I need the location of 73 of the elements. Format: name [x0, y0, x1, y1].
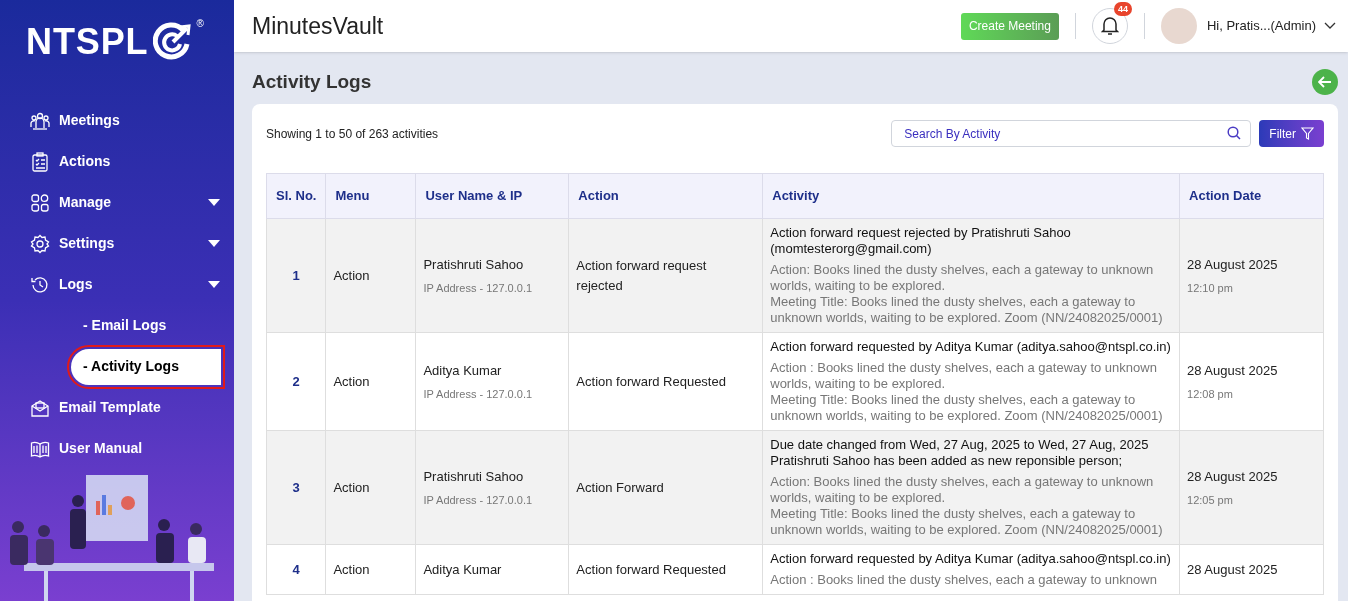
nav-item[interactable]: Meetings	[0, 100, 234, 141]
action-time: 12:10 pm	[1187, 281, 1234, 296]
ip-address: IP Address - 127.0.0.1	[423, 493, 534, 508]
filter-button[interactable]: Filter	[1259, 120, 1324, 147]
app-title: MinutesVault	[252, 11, 384, 41]
menu-cell: Action	[333, 561, 370, 577]
column-header: Menu	[325, 173, 416, 219]
activity-detail: Action : Books lined the dusty shelves, each a gateway to unknown	[770, 572, 1158, 588]
activity-detail: Meeting Title: Books lined the dusty shelves, each a gateway to unknown worlds, waiting to be explored. Zoom (NN/24082025/0001)	[770, 506, 1164, 538]
activity-detail: Meeting Title: Books lined the dusty shelves, each a gateway to unknown worlds, waiting to be explored. Zoom (NN/24082025/0001)	[770, 294, 1164, 326]
row-number: 1	[292, 267, 300, 283]
logo-target-icon	[152, 22, 193, 62]
action-time: 12:08 pm	[1187, 387, 1234, 402]
user-name: Pratishruti Sahoo	[423, 255, 525, 274]
history-icon	[30, 274, 50, 295]
action-cell-text: Action forward Requested	[576, 560, 727, 579]
column-header: Action	[568, 173, 763, 219]
action-date: 28 August 2025	[1187, 467, 1279, 486]
nav-item[interactable]: Logs	[0, 264, 234, 305]
filter-icon	[1301, 127, 1314, 140]
menu-cell: Action	[333, 479, 370, 495]
user-name: Aditya Kumar	[423, 361, 503, 380]
menu-cell: Action	[333, 267, 370, 283]
user-name: Pratishruti Sahoo	[423, 467, 525, 486]
activity-headline: Action forward requested by Aditya Kumar (aditya.sahoo@ntspl.co.in)	[770, 551, 1172, 567]
action-cell-text: Action forward Requested	[576, 372, 727, 391]
column-header: Activity	[762, 173, 1180, 219]
row-number: 3	[292, 479, 300, 495]
clipboard-icon	[30, 151, 50, 172]
nav-item[interactable]: Manage	[0, 182, 234, 223]
activity-headline: Due date changed from Wed, 27 Aug, 2025 to Wed, 27 Aug, 2025	[770, 437, 1150, 453]
user-menu-label[interactable]: Hi, Pratis...(Admin)	[1206, 16, 1316, 36]
column-header: User Name & IP	[415, 173, 569, 219]
activity-detail: Action : Books lined the dusty shelves, each a gateway to unknown worlds, waiting to be explored.	[770, 360, 1158, 392]
back-button[interactable]	[1312, 69, 1338, 95]
menu-cell: Action	[333, 373, 370, 389]
action-cell-text: Action forward request rejected	[576, 256, 708, 295]
nav-item[interactable]: Settings	[0, 223, 234, 264]
ip-address: IP Address - 127.0.0.1	[423, 281, 534, 296]
activity-detail: Action: Books lined the dusty shelves, each a gateway to unknown worlds, waiting to be explored.	[770, 262, 1155, 294]
action-cell-text: Action Forward	[576, 478, 665, 497]
column-header: Sl. No.	[266, 173, 326, 219]
results-summary: Showing 1 to 50 of 263 activities	[266, 125, 439, 143]
action-date: 28 August 2025	[1187, 361, 1279, 380]
chevron-down-icon[interactable]	[1324, 22, 1336, 30]
action-time: 12:05 pm	[1187, 493, 1234, 508]
activity-headline: Action forward requested by Aditya Kumar (aditya.sahoo@ntspl.co.in)	[770, 339, 1172, 355]
user-name: Aditya Kumar	[423, 560, 503, 579]
row-number: 4	[292, 561, 300, 577]
settings-icon	[30, 233, 50, 254]
action-date: 28 August 2025	[1187, 560, 1279, 579]
row-number: 2	[292, 373, 300, 389]
notification-badge: 44	[1113, 2, 1132, 16]
nav-item[interactable]: Email Template	[0, 387, 234, 428]
activity-headline: Action forward request rejected by Pratishruti Sahoo (momtesterorg@gmail.com)	[770, 225, 1072, 257]
nav-subitem[interactable]: - Email Logs	[71, 307, 167, 344]
column-header: Action Date	[1179, 173, 1324, 219]
activity-headline: Pratishruti Sahoo has been added as new reponsible person;	[770, 453, 1124, 469]
grid-icon	[30, 192, 50, 213]
ip-address: IP Address - 127.0.0.1	[423, 387, 534, 402]
arrow-left-icon	[1318, 76, 1332, 88]
page-title: Activity Logs	[252, 69, 372, 94]
search-field[interactable]: Search By Activity	[891, 120, 1252, 147]
nav-item[interactable]: Actions	[0, 141, 234, 182]
action-date: 28 August 2025	[1187, 255, 1279, 274]
search-icon	[1227, 126, 1242, 140]
nav-item[interactable]: User Manual	[0, 428, 234, 469]
activity-detail: Action: Books lined the dusty shelves, each a gateway to unknown worlds, waiting to be explored.	[770, 474, 1155, 506]
registered-mark: ®	[196, 17, 204, 31]
logo-text: NTSPL	[26, 24, 149, 60]
people-icon	[30, 110, 50, 131]
activity-detail: Meeting Title: Books lined the dusty shelves, each a gateway to unknown worlds, waiting to be explored. Zoom (NN/24082025/0001)	[770, 392, 1164, 424]
bell-icon	[1100, 16, 1119, 36]
